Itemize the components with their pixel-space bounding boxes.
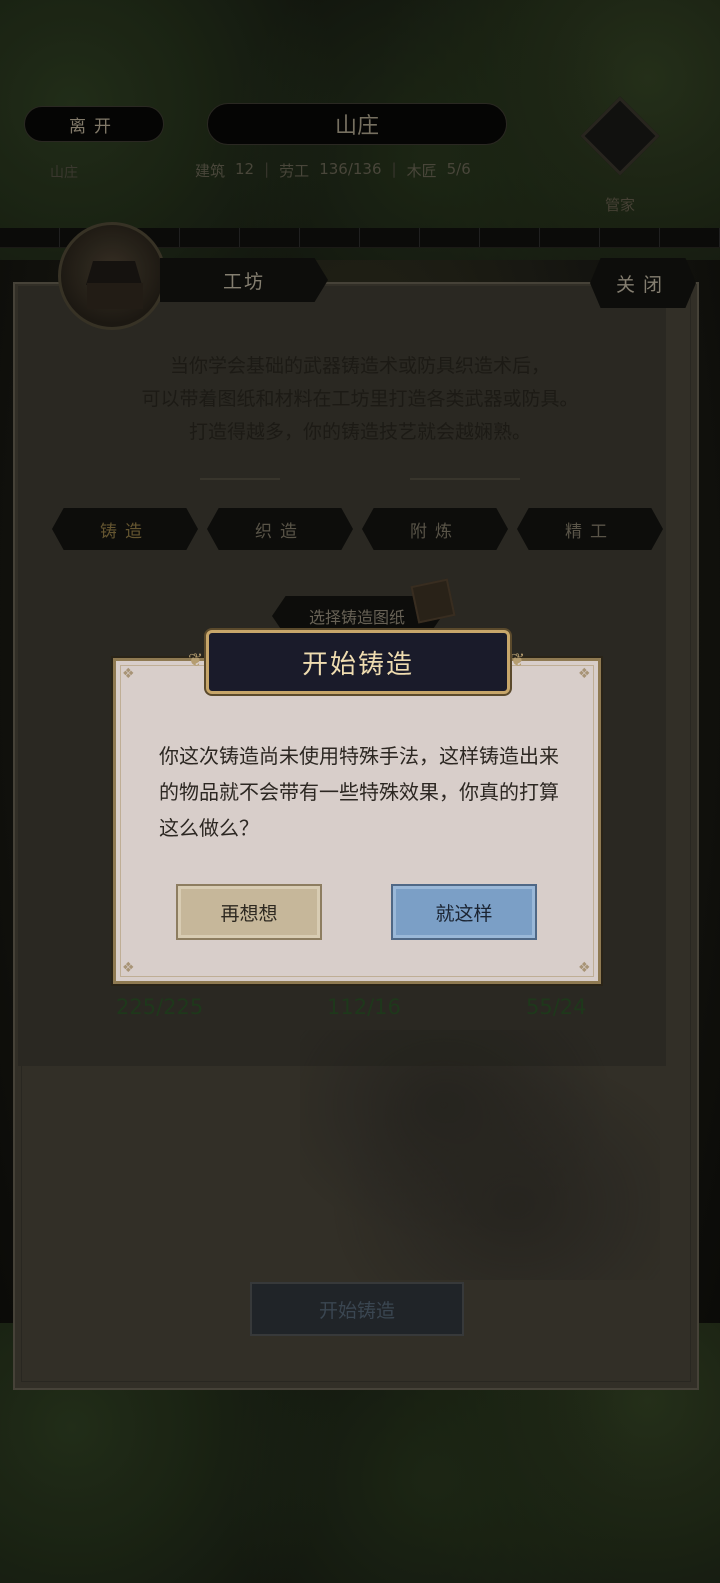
header-wing-ornament-icon: ❦: [188, 650, 204, 671]
corner-ornament-icon: ❖: [122, 960, 135, 976]
dialog-message: 你这次铸造尚未使用特殊手法，这样铸造出来的物品就不会带有一些特殊效果，你真的打算…: [159, 744, 559, 840]
corner-ornament-icon: ❖: [578, 666, 591, 682]
header-wing-ornament-icon: ❦: [510, 650, 526, 671]
confirm-button[interactable]: 就这样: [391, 884, 537, 940]
reconsider-button[interactable]: 再想想: [176, 884, 322, 940]
corner-ornament-icon: ❖: [578, 960, 591, 976]
dialog-title: 开始铸造: [206, 630, 510, 694]
corner-ornament-icon: ❖: [122, 666, 135, 682]
